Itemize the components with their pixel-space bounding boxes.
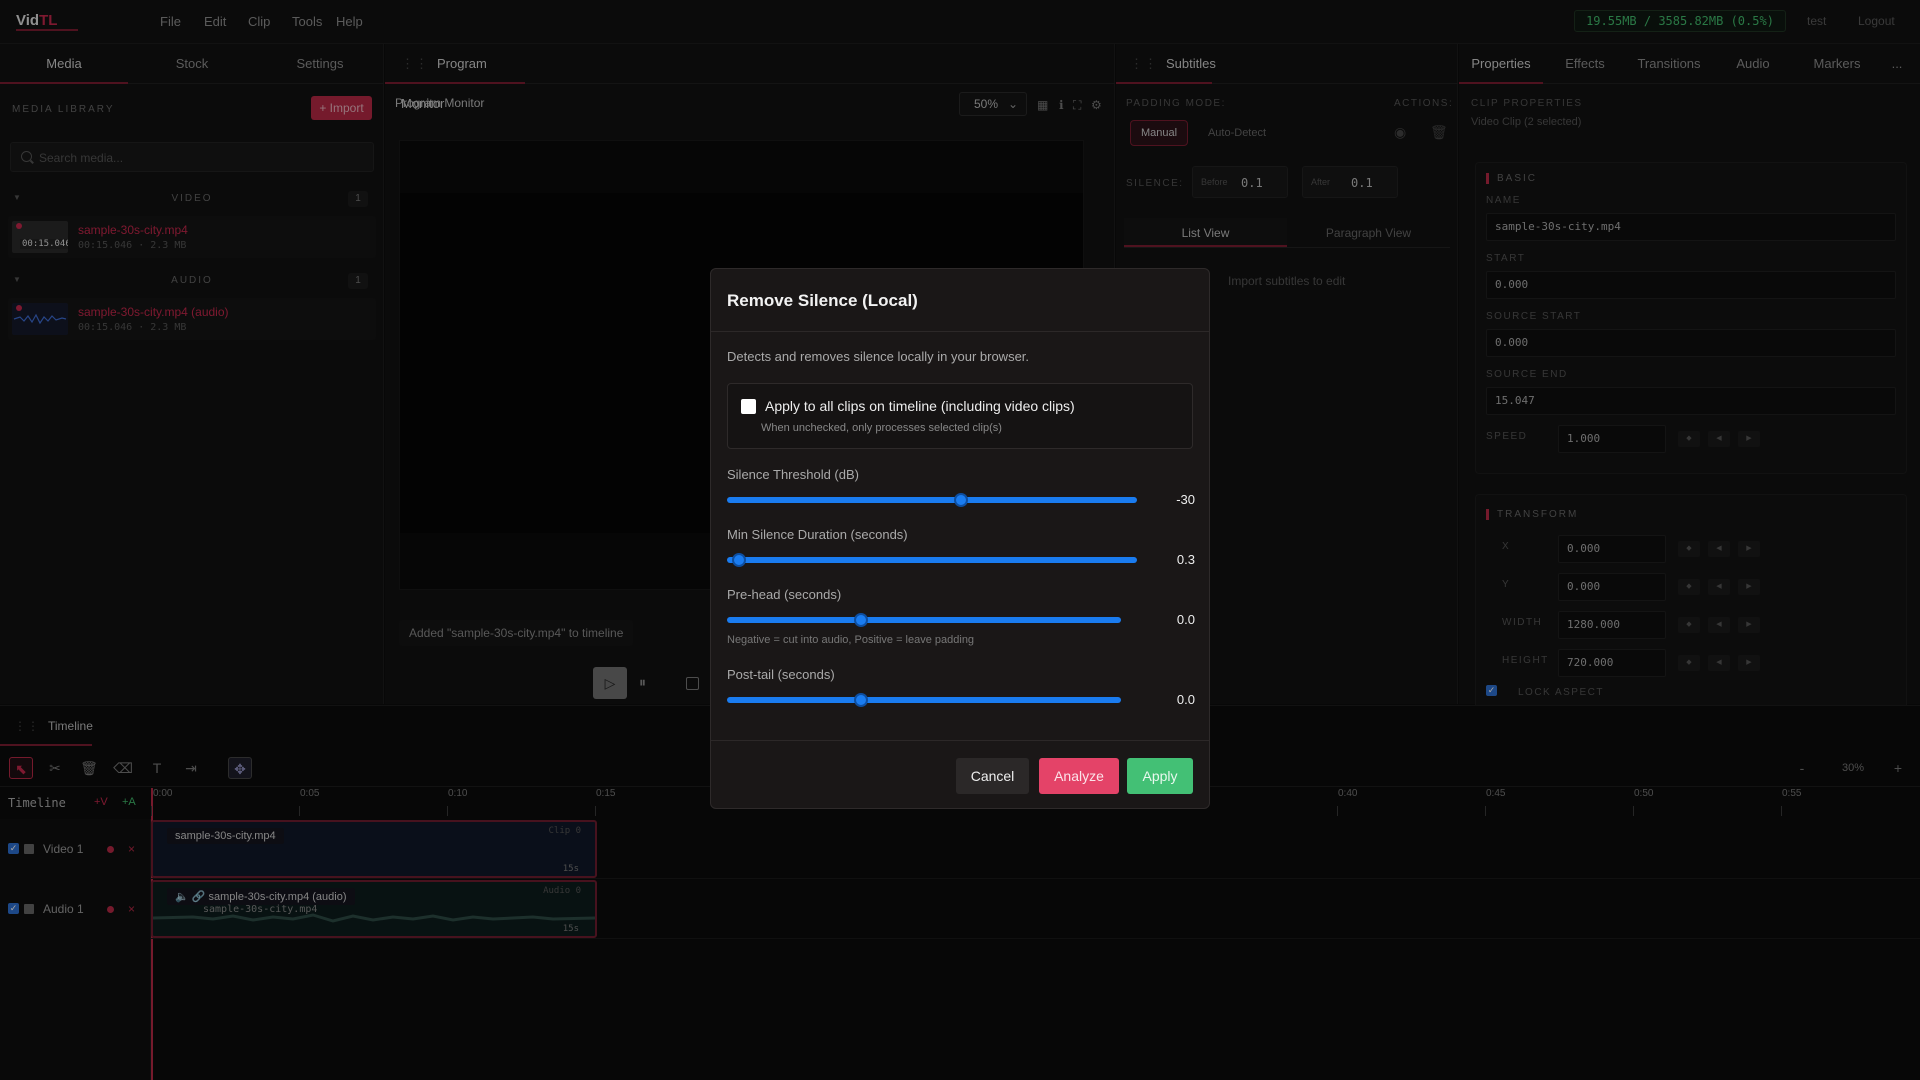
slider-thumb[interactable] (853, 613, 868, 627)
pre-head-value: 0.0 (1176, 612, 1195, 627)
apply-all-checkbox[interactable] (741, 399, 756, 414)
apply-all-hint: When unchecked, only processes selected … (761, 422, 1002, 434)
threshold-slider[interactable] (727, 493, 1137, 507)
slider-thumb[interactable] (853, 693, 868, 707)
pre-head-slider[interactable] (727, 613, 1121, 627)
remove-silence-dialog: Remove Silence (Local) Detects and remov… (710, 268, 1210, 809)
cancel-button[interactable]: Cancel (956, 758, 1029, 794)
apply-all-option[interactable]: Apply to all clips on timeline (includin… (727, 383, 1193, 449)
divider (711, 740, 1209, 741)
post-tail-label: Post-tail (seconds) (727, 667, 835, 682)
pre-head-hint: Negative = cut into audio, Positive = le… (727, 634, 975, 646)
apply-button[interactable]: Apply (1127, 758, 1193, 794)
min-silence-value: 0.3 (1176, 552, 1195, 567)
dialog-description: Detects and removes silence locally in y… (727, 349, 1030, 364)
slider-thumb[interactable] (953, 493, 968, 507)
min-silence-label: Min Silence Duration (seconds) (727, 527, 908, 542)
divider (711, 331, 1209, 332)
app-window: VidTL File Edit Clip Tools Help 19.55MB … (0, 0, 1920, 1080)
slider-thumb[interactable] (732, 553, 747, 567)
post-tail-slider[interactable] (727, 693, 1121, 707)
post-tail-value: 0.0 (1176, 692, 1195, 707)
analyze-button[interactable]: Analyze (1039, 758, 1119, 794)
threshold-label: Silence Threshold (dB) (727, 467, 859, 482)
min-silence-slider[interactable] (727, 553, 1137, 567)
pre-head-label: Pre-head (seconds) (727, 587, 842, 602)
threshold-value: -30 (1176, 492, 1195, 507)
apply-all-label: Apply to all clips on timeline (includin… (765, 398, 1075, 414)
dialog-title: Remove Silence (Local) (727, 291, 918, 310)
